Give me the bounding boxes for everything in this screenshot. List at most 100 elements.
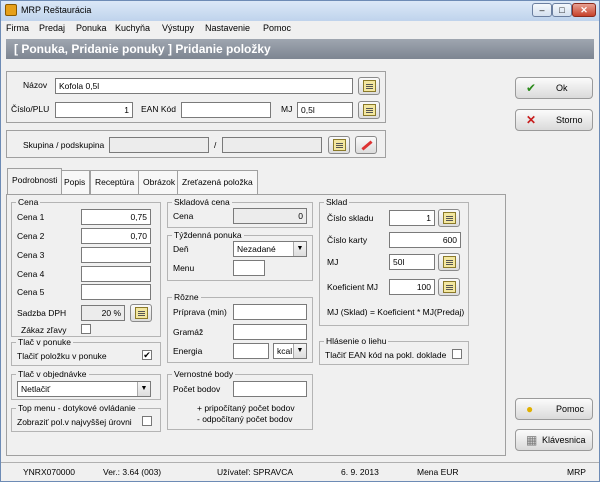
energia-unit-value: kcal — [277, 346, 293, 356]
chevron-down-icon[interactable]: ▼ — [293, 242, 306, 256]
menu-firma[interactable]: Firma — [6, 23, 29, 33]
cislo-skladu-label: Číslo skladu — [327, 213, 374, 223]
mj-input[interactable]: 0,5l — [297, 102, 353, 118]
zakaz-checkbox[interactable] — [81, 324, 91, 334]
priprava-label: Príprava (min) — [173, 307, 227, 317]
status-currency: Mena EUR — [417, 467, 459, 477]
dph-input[interactable]: 20 % — [81, 305, 125, 321]
chevron-down-icon[interactable]: ▼ — [137, 382, 150, 396]
vernostne-legend: Vernostné body — [172, 369, 236, 379]
skupina-label: Skupina / podskupina — [23, 140, 105, 150]
sklad-mj-label: MJ — [327, 257, 339, 267]
pocet-input[interactable] — [233, 381, 307, 397]
status-code: YNRX070000 — [23, 467, 75, 477]
cena5-input[interactable] — [81, 284, 151, 300]
tab-obrazok[interactable]: Obrázok — [138, 170, 181, 194]
tlac-obj-legend: Tlač v objednávke — [16, 369, 89, 379]
menu-input[interactable] — [233, 260, 265, 276]
tab-zretazena[interactable]: Zreťazená položka — [177, 170, 258, 194]
nazov-input[interactable]: Kofola 0,5l — [55, 78, 353, 94]
menu-kuchyna[interactable]: Kuchyňa — [115, 23, 150, 33]
skupina-lookup-button[interactable] — [328, 136, 350, 154]
chevron-down-icon[interactable]: ▼ — [293, 344, 306, 358]
app-icon — [5, 4, 17, 16]
notepad-icon — [333, 139, 346, 151]
podskupina-input[interactable] — [222, 137, 322, 153]
sklad-mj-input[interactable]: 50l — [389, 254, 435, 270]
minimize-button[interactable]: – — [532, 3, 552, 17]
cena2-label: Cena 2 — [17, 231, 45, 241]
cislo-label: Číslo/PLU — [11, 104, 50, 114]
nazov-lookup-button[interactable] — [358, 77, 380, 95]
cislo-karty-label: Číslo karty — [327, 235, 368, 245]
gramaz-label: Gramáž — [173, 327, 204, 337]
sklad-lookup-button[interactable] — [438, 209, 460, 227]
ean-label: EAN Kód — [141, 104, 176, 114]
page-header: [ Ponuka, Pridanie ponuky ] Pridanie pol… — [6, 39, 594, 59]
cislo-input[interactable]: 1 — [55, 102, 133, 118]
ok-button[interactable]: ✔ Ok — [515, 77, 593, 99]
tlac-ponuke-checkbox[interactable]: ✔ — [142, 350, 152, 360]
menu-bar: Firma Predaj Ponuka Kuchyňa Výstupy Nast… — [1, 21, 599, 37]
gramaz-input[interactable] — [233, 324, 307, 340]
menu-vystupy[interactable]: Výstupy — [162, 23, 194, 33]
cena4-input[interactable] — [81, 266, 151, 282]
cena5-label: Cena 5 — [17, 287, 45, 297]
tab-popis[interactable]: Popis — [59, 170, 91, 194]
energia-input[interactable] — [233, 343, 269, 359]
dph-lookup-button[interactable] — [130, 304, 152, 322]
close-button[interactable]: ✕ — [572, 3, 596, 17]
sklad-mj-lookup-button[interactable] — [438, 253, 460, 271]
energia-unit-select[interactable]: kcal ▼ — [273, 343, 307, 359]
cena2-input[interactable]: 0,70 — [81, 228, 151, 244]
rozne-legend: Rôzne — [172, 292, 201, 302]
menu-predaj[interactable]: Predaj — [39, 23, 65, 33]
tab-receptura[interactable]: Receptúra — [90, 170, 140, 194]
tlac-obj-value: Netlačiť — [21, 384, 51, 394]
tab-podrobnosti[interactable]: Podrobnosti — [7, 168, 63, 194]
minus-note: - odpočítaný počet bodov — [197, 414, 293, 424]
pocet-label: Počet bodov — [173, 384, 221, 394]
tlac-ponuke-label: Tlačiť položku v ponuke — [17, 351, 107, 361]
topmenu-label: Zobraziť pol.v najvyššej úrovni — [17, 417, 132, 427]
pomoc-label: Pomoc — [556, 404, 585, 414]
sklad-legend: Sklad — [324, 197, 350, 207]
skupina-edit-button[interactable] — [355, 136, 377, 154]
mj-lookup-button[interactable] — [358, 101, 380, 119]
cislo-skladu-input[interactable]: 1 — [389, 210, 435, 226]
topmenu-checkbox[interactable] — [142, 416, 152, 426]
cislo-karty-input[interactable]: 600 — [389, 232, 461, 248]
energia-label: Energia — [173, 346, 203, 356]
notepad-icon — [135, 307, 148, 319]
pomoc-button[interactable]: ● Pomoc — [515, 398, 593, 420]
koef-input[interactable]: 100 — [389, 279, 435, 295]
liehu-checkbox[interactable] — [452, 349, 462, 359]
status-date: 6. 9. 2013 — [341, 467, 379, 477]
den-select[interactable]: Nezadané ▼ — [233, 241, 307, 257]
dph-label: Sadzba DPH — [17, 308, 67, 318]
klavesnica-button[interactable]: ▦ Klávesnica — [515, 429, 593, 451]
notepad-icon — [363, 80, 376, 92]
koef-lookup-button[interactable] — [438, 278, 460, 296]
menu-ponuka[interactable]: Ponuka — [76, 23, 107, 33]
skladova-label: Cena — [173, 211, 194, 221]
storno-button[interactable]: ✕ Storno — [515, 109, 593, 131]
den-value: Nezadané — [237, 244, 276, 254]
cena3-input[interactable] — [81, 247, 151, 263]
notepad-icon — [363, 104, 376, 116]
skupina-input[interactable] — [109, 137, 209, 153]
cena1-label: Cena 1 — [17, 212, 45, 222]
skladova-input[interactable]: 0 — [233, 208, 307, 224]
status-bar: YNRX070000 Ver.: 3.64 (003) Užívateľ: SP… — [1, 462, 599, 481]
tlac-obj-select[interactable]: Netlačiť ▼ — [17, 381, 151, 397]
ok-label: Ok — [556, 83, 568, 93]
menu-pomoc[interactable]: Pomoc — [263, 23, 291, 33]
priprava-input[interactable] — [233, 304, 307, 320]
klavesnica-label: Klávesnica — [542, 435, 586, 445]
title-bar: MRP Reštaurácia – □ ✕ — [1, 1, 599, 21]
menu-nastavenie[interactable]: Nastavenie — [205, 23, 250, 33]
cena1-input[interactable]: 0,75 — [81, 209, 151, 225]
lightbulb-icon: ● — [526, 402, 534, 416]
maximize-button[interactable]: □ — [552, 3, 572, 17]
ean-input[interactable] — [181, 102, 271, 118]
